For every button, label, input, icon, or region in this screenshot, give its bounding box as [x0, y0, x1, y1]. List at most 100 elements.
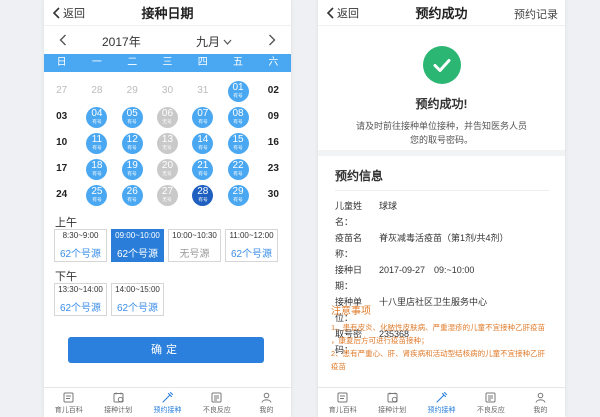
slot-count: 62个号源	[116, 249, 159, 260]
slot-count: 62个号源	[59, 249, 102, 260]
tab-item[interactable]: 我的	[242, 388, 291, 417]
tab-item[interactable]: 接种计划	[93, 388, 142, 417]
calendar-cell: 13 无号	[150, 130, 185, 156]
calendar-day[interactable]: 01 有号	[227, 80, 249, 102]
time-slot[interactable]: 13:30~14:00 62个号源	[54, 283, 107, 316]
calendar-day[interactable]: 21 有号	[192, 158, 214, 180]
day-number: 29	[232, 186, 244, 197]
tab-item[interactable]: 接种计划	[367, 388, 416, 417]
calendar-day[interactable]: 15 有号	[227, 132, 249, 154]
afternoon-label: 下午	[55, 271, 77, 283]
calendar-day[interactable]: 04 有号	[86, 106, 108, 128]
calendar-cell: 22 有号	[220, 156, 255, 182]
day-status: 有号	[198, 145, 208, 151]
slot-count: 62个号源	[116, 303, 159, 314]
day-status: 有号	[233, 145, 243, 151]
calendar-day: 17	[51, 159, 72, 180]
calendar-day[interactable]: 14 有号	[192, 132, 214, 154]
day-number: 31	[197, 85, 209, 96]
tab-item[interactable]: 育儿百科	[44, 388, 93, 417]
calendar-day[interactable]: 05 有号	[121, 106, 143, 128]
tab-bar: 育儿百科 接种计划 预约接种 不良反应 我的	[318, 387, 565, 417]
calendar-week: 24 25 有号 26 有号 27 无号 28 有号 29 有号 30	[44, 182, 291, 208]
month-dropdown[interactable]: 九月	[196, 33, 232, 50]
day-status: 有号	[127, 197, 137, 203]
weekday: 五	[233, 57, 244, 68]
calendar-day[interactable]: 18 有号	[86, 158, 108, 180]
day-number: 04	[91, 108, 103, 119]
schedule-icon	[113, 392, 124, 402]
calendar-day[interactable]: 22 有号	[227, 158, 249, 180]
tab-item[interactable]: 预约接种	[143, 388, 192, 417]
back-button[interactable]: 返回	[52, 5, 85, 21]
day-number: 30	[267, 189, 279, 200]
tab-item[interactable]: 不良反应	[192, 388, 241, 417]
day-number: 07	[197, 108, 209, 119]
day-status: 无号	[162, 171, 173, 177]
calendar-cell: 19 有号	[115, 156, 150, 182]
calendar-cell: 25 有号	[79, 182, 114, 208]
page-title: 预约成功	[415, 6, 468, 21]
time-slot[interactable]: 14:00~15:00 62个号源	[111, 283, 164, 316]
calendar-cell: 07 有号	[185, 104, 220, 130]
calendar-day[interactable]: 19 有号	[121, 158, 143, 180]
day-number: 27	[161, 186, 174, 197]
back-button[interactable]: 返回	[326, 5, 359, 21]
time-slot[interactable]: 11:00~12:00 62个号源	[225, 229, 278, 262]
prev-month-button[interactable]	[56, 32, 70, 48]
day-status: 有号	[198, 197, 208, 203]
info-key: 疫苗名称：	[335, 233, 363, 259]
calendar-day[interactable]: 29 有号	[227, 184, 249, 206]
time-slot[interactable]: 8:30~9:00 62个号源	[54, 229, 107, 262]
calendar-day[interactable]: 08 有号	[227, 106, 249, 128]
nav-bar: 返回 接种日期	[44, 0, 291, 26]
records-link[interactable]: 预约记录	[514, 6, 558, 22]
calendar-cell: 23	[256, 156, 291, 182]
success-message: 请及时前往接种单位接种，并告知医务人员 您的取号密码。	[356, 119, 527, 147]
time-slot[interactable]: 10:00~10:30 无号源	[168, 229, 221, 262]
tab-item[interactable]: 不良反应	[466, 388, 515, 417]
calendar-cell: 06 无号	[150, 104, 185, 130]
calendar-cell: 01 有号	[220, 78, 255, 104]
calendar-day: 06 无号	[156, 106, 178, 128]
info-value: 2017-09-27 09:~10:00	[379, 265, 475, 275]
day-number: 20	[161, 160, 174, 171]
calendar-cell: 30	[150, 78, 185, 104]
tab-label: 育儿百科	[328, 406, 357, 414]
calendar-day[interactable]: 07 有号	[192, 106, 214, 128]
day-status: 无号	[162, 197, 173, 203]
calendar-day: 20 无号	[156, 158, 178, 180]
calendar-day: 28	[86, 81, 107, 102]
calendar-day[interactable]: 26 有号	[121, 184, 143, 206]
calendar-cell: 14 有号	[185, 130, 220, 156]
calendar-day[interactable]: 11 有号	[86, 132, 108, 154]
day-number: 01	[232, 82, 244, 93]
tab-item[interactable]: 育儿百科	[318, 388, 367, 417]
reaction-icon	[485, 392, 496, 402]
info-value: 脊灰减毒活疫苗（第1剂/共4剂）	[379, 233, 509, 243]
weekday: 三	[162, 57, 173, 68]
calendar-day[interactable]: 12 有号	[121, 132, 143, 154]
tab-item[interactable]: 预约接种	[417, 388, 466, 417]
calendar-day: 24	[51, 185, 72, 206]
day-number: 03	[56, 111, 68, 122]
calendar-day[interactable]: 25 有号	[86, 184, 108, 206]
day-status: 有号	[233, 197, 243, 203]
day-number: 22	[232, 160, 244, 171]
month-label: 九月	[196, 35, 221, 49]
confirm-button[interactable]: 确定	[68, 337, 264, 363]
calendar-day[interactable]: 28 有号	[192, 184, 214, 206]
calendar-day: 29	[122, 81, 143, 102]
tab-label: 不良反应	[476, 406, 505, 414]
calendar-day: 23	[263, 159, 284, 180]
tab-label: 预约接种	[427, 406, 456, 414]
tab-item[interactable]: 我的	[516, 388, 565, 417]
nav-bar: 返回 预约成功 预约记录	[318, 0, 565, 26]
next-month-button[interactable]	[265, 32, 279, 48]
time-slot[interactable]: 09:00~10:00 62个号源	[111, 229, 164, 262]
calendar-cell: 29	[115, 78, 150, 104]
tab-label: 接种计划	[104, 406, 133, 414]
note-line: 1、患有皮炎、化脓性皮肤病、严重湿疹的儿童不宜接种乙肝疫苗	[331, 323, 546, 332]
reaction-icon	[211, 392, 222, 402]
day-number: 11	[91, 134, 103, 145]
